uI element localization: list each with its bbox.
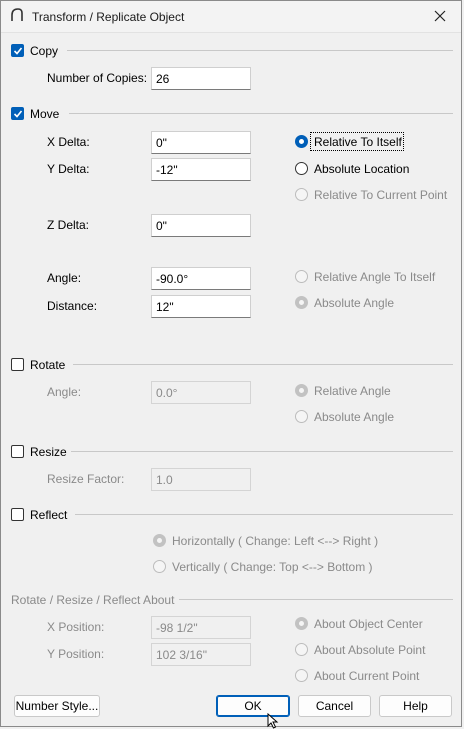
reflect-divider [75, 514, 453, 515]
y-position-label: Y Position: [47, 647, 105, 661]
copy-label: Copy [30, 44, 59, 58]
copy-checkbox[interactable] [11, 44, 24, 57]
absolute-location-label: Absolute Location [314, 162, 410, 176]
mouse-cursor-icon [267, 713, 279, 729]
move-checkbox[interactable] [11, 107, 24, 120]
radio-reflect-vertically[interactable] [153, 560, 166, 573]
about-current-point-label: About Current Point [314, 669, 420, 683]
rotate-checkbox[interactable] [11, 358, 24, 371]
distance-label: Distance: [47, 299, 98, 313]
copy-divider [67, 50, 453, 51]
radio-about-current-point[interactable] [295, 669, 308, 682]
x-position-label: X Position: [47, 620, 105, 634]
resize-label: Resize [30, 445, 67, 459]
about-group-label: Rotate / Resize / Reflect About [11, 593, 175, 607]
transform-replicate-dialog: Transform / Replicate Object Copy Number… [0, 0, 462, 729]
num-copies-label: Number of Copies: [47, 71, 148, 85]
relative-angle-label: Relative Angle [314, 384, 391, 398]
close-icon [434, 10, 446, 22]
rotate-absolute-angle-label: Absolute Angle [314, 410, 395, 424]
z-delta-input[interactable]: 0" [151, 214, 251, 237]
num-copies-input[interactable]: 26 [151, 67, 251, 90]
reflect-vertically-label: Vertically ( Change: Top <--> Bottom ) [172, 560, 373, 574]
move-divider [69, 113, 453, 114]
rotate-angle-label: Angle: [47, 385, 82, 399]
x-position-input[interactable]: -98 1/2" [151, 616, 251, 639]
about-object-center-label: About Object Center [314, 617, 423, 631]
move-angle-input[interactable]: -90.0° [151, 267, 251, 290]
y-position-input[interactable]: 102 3/16" [151, 643, 251, 666]
resize-checkbox[interactable] [11, 445, 24, 458]
x-delta-label: X Delta: [47, 135, 90, 149]
relative-to-itself-label: Relative To Itself [314, 135, 402, 149]
reflect-checkbox[interactable] [11, 508, 24, 521]
dialog-title: Transform / Replicate Object [32, 10, 185, 24]
rotate-divider [73, 364, 453, 365]
rotate-angle-input[interactable]: 0.0° [151, 381, 251, 404]
radio-rotate-absolute-angle[interactable] [295, 410, 308, 423]
radio-relative-angle[interactable] [295, 384, 308, 397]
radio-relative-to-itself[interactable] [295, 135, 308, 148]
reflect-horizontally-label: Horizontally ( Change: Left <--> Right ) [172, 534, 379, 548]
help-button[interactable]: Help [379, 695, 452, 717]
cancel-button[interactable]: Cancel [298, 695, 371, 717]
title-bar: Transform / Replicate Object [1, 1, 461, 33]
rotate-label: Rotate [30, 358, 66, 372]
about-absolute-point-label: About Absolute Point [314, 643, 426, 657]
radio-absolute-angle[interactable] [295, 296, 308, 309]
radio-reflect-horizontally[interactable] [153, 534, 166, 547]
radio-about-object-center[interactable] [295, 617, 308, 630]
z-delta-label: Z Delta: [47, 218, 90, 232]
radio-about-absolute-point[interactable] [295, 643, 308, 656]
relative-angle-to-itself-label: Relative Angle To Itself [314, 270, 436, 284]
close-button[interactable] [421, 1, 461, 32]
radio-relative-to-current-point[interactable] [295, 188, 308, 201]
about-divider [179, 599, 453, 600]
reflect-label: Reflect [30, 508, 68, 522]
move-angle-label: Angle: [47, 271, 82, 285]
x-delta-input[interactable]: 0" [151, 131, 251, 154]
y-delta-label: Y Delta: [47, 162, 90, 176]
checkmark-icon [13, 110, 23, 118]
resize-factor-label: Resize Factor: [47, 472, 125, 486]
distance-input[interactable]: 12" [151, 295, 251, 318]
number-style-button[interactable]: Number Style... [14, 695, 100, 717]
radio-relative-angle-to-itself[interactable] [295, 270, 308, 283]
arc-app-icon [11, 8, 23, 21]
checkmark-icon [13, 47, 23, 55]
resize-factor-input[interactable]: 1.0 [151, 468, 251, 491]
y-delta-input[interactable]: -12" [151, 158, 251, 181]
absolute-angle-label: Absolute Angle [314, 296, 395, 310]
move-label: Move [30, 107, 60, 121]
resize-divider [71, 451, 453, 452]
radio-absolute-location[interactable] [295, 162, 308, 175]
relative-to-current-point-label: Relative To Current Point [314, 188, 448, 202]
